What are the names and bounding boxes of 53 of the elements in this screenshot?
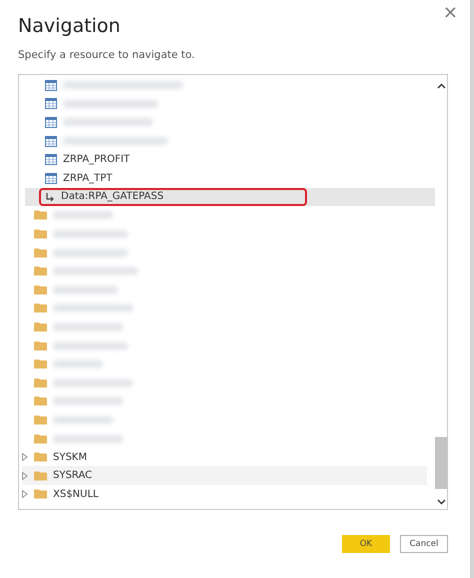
tree-row[interactable]: XS$NULL <box>22 485 427 504</box>
blurred-name <box>53 360 103 368</box>
tree-item-label: Data:RPA_GATEPASS <box>61 190 165 204</box>
close-button[interactable]: × <box>438 2 462 23</box>
blurred-name <box>53 286 118 294</box>
scrollbar-thumb[interactable] <box>435 437 447 489</box>
table-icon <box>45 136 57 147</box>
folder-icon <box>34 210 47 220</box>
folder-icon <box>34 266 47 276</box>
expand-caret-icon[interactable] <box>22 453 28 462</box>
folder-icon <box>34 340 47 351</box>
blurred-name <box>53 397 123 406</box>
tree-item-label: ZRPA_TPT <box>63 172 114 185</box>
tree-row[interactable]: SYSRAC <box>22 466 427 486</box>
tree-item-label: XS$NULL <box>53 488 100 501</box>
scroll-down-icon[interactable] <box>436 499 446 505</box>
table-icon <box>45 98 57 110</box>
scroll-up-icon[interactable] <box>436 83 446 89</box>
folder-icon <box>34 322 47 332</box>
return-arrow-icon <box>45 192 55 202</box>
folder-icon <box>34 359 47 370</box>
folder-icon <box>34 434 47 444</box>
folder-icon <box>34 303 47 314</box>
blurred-name <box>53 434 123 443</box>
ok-button[interactable]: OK <box>342 535 390 553</box>
folder-icon <box>34 378 47 388</box>
folder-icon <box>34 396 47 406</box>
dialog-title: Navigation <box>18 15 122 37</box>
tree-row[interactable]: ZRPA_PROFIT <box>25 150 435 169</box>
tree-row[interactable]: ZRPA_TPT <box>25 168 435 188</box>
expand-caret-icon[interactable] <box>22 472 28 480</box>
expand-caret-icon[interactable] <box>22 490 28 498</box>
folder-icon <box>34 229 47 240</box>
table-icon <box>45 154 57 166</box>
folder-icon <box>34 470 47 481</box>
table-icon <box>45 172 57 184</box>
dialog-subtitle: Specify a resource to navigate to. <box>18 49 196 61</box>
table-icon <box>45 116 57 128</box>
folder-icon <box>34 284 47 295</box>
tree-row[interactable]: SYSKM <box>22 448 427 466</box>
folder-icon <box>34 452 47 462</box>
tree-row[interactable]: Data:RPA_GATEPASS <box>25 188 435 206</box>
tree-item-label: SYSKM <box>53 450 88 464</box>
folder-icon <box>34 489 47 500</box>
table-icon <box>45 80 57 91</box>
folder-icon <box>34 248 47 258</box>
tree-item-label: SYSRAC <box>53 469 93 482</box>
blurred-name <box>53 211 113 220</box>
blurred-name <box>53 323 123 332</box>
tree-item-label: ZRPA_PROFIT <box>63 153 131 166</box>
cancel-button[interactable]: Cancel <box>400 535 448 553</box>
folder-icon <box>34 414 47 425</box>
blurred-name <box>53 416 113 424</box>
